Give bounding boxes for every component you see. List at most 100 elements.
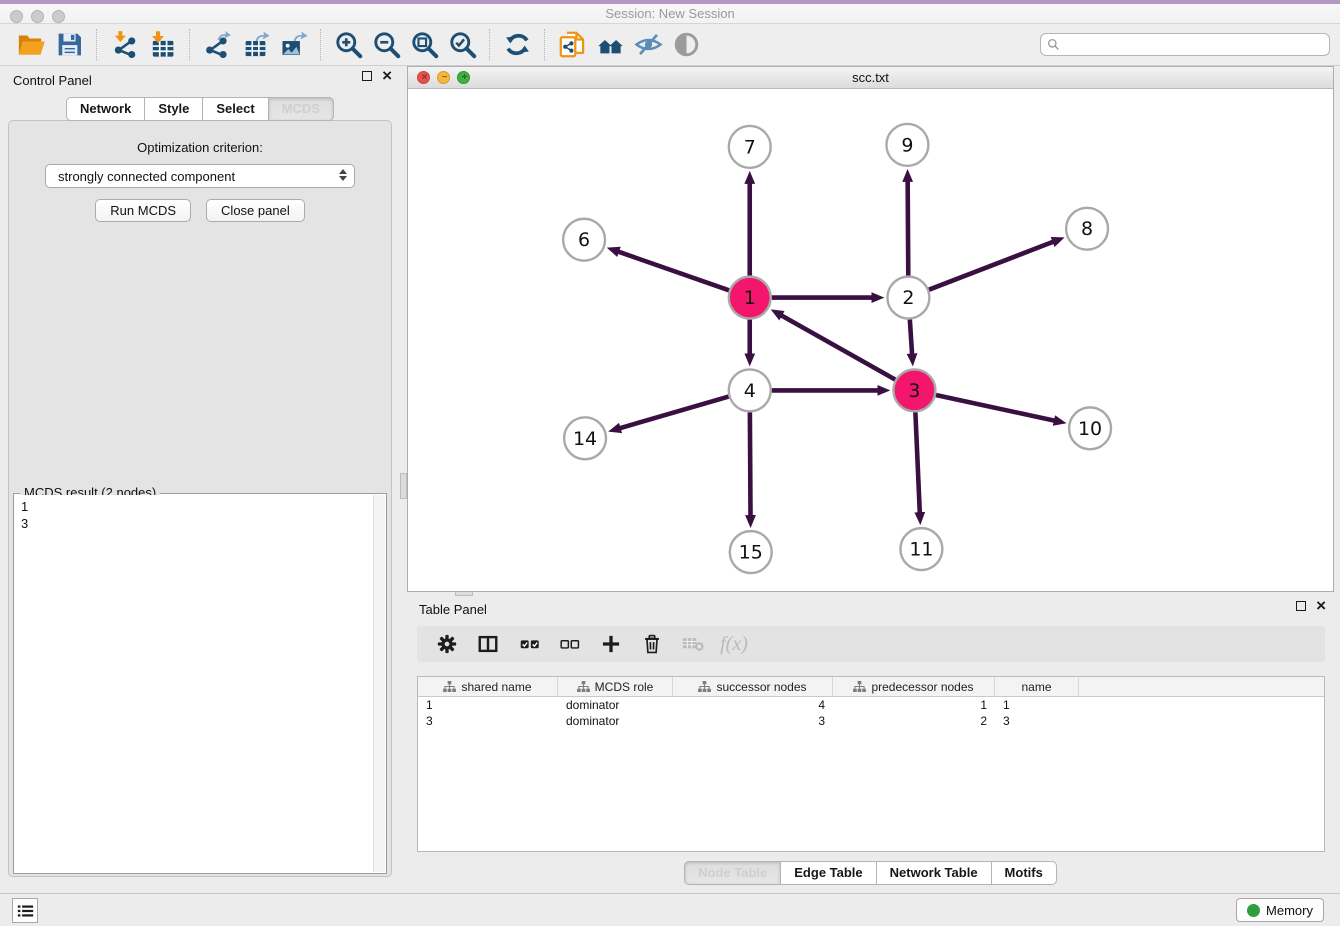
- delete-column-button[interactable]: [640, 632, 664, 656]
- close-panel-icon[interactable]: ×: [382, 71, 392, 81]
- column-header-successor-nodes[interactable]: successor nodes: [673, 677, 833, 696]
- control-panel-header: Control Panel ×: [0, 66, 400, 94]
- network-view-title: scc.txt: [408, 70, 1333, 85]
- splitter-grip[interactable]: [400, 473, 407, 499]
- zoom-fit-button[interactable]: [405, 28, 443, 62]
- tab-style[interactable]: Style: [145, 97, 203, 121]
- tab-edge-table[interactable]: Edge Table: [781, 861, 876, 885]
- graph-node-2[interactable]: 2: [887, 277, 929, 319]
- optimization-criterion-select[interactable]: strongly connected component: [45, 164, 355, 188]
- split-view-button[interactable]: [476, 632, 500, 656]
- open-session-button[interactable]: [12, 28, 50, 62]
- graph-node-8[interactable]: 8: [1066, 208, 1108, 250]
- select-all-columns-icon: [518, 633, 540, 655]
- graph-node-11[interactable]: 11: [900, 528, 942, 570]
- result-scrollbar[interactable]: [373, 495, 385, 872]
- import-network-button[interactable]: [105, 28, 143, 62]
- column-header-shared-name[interactable]: shared name: [418, 677, 558, 696]
- column-header-predecessor-nodes[interactable]: predecessor nodes: [833, 677, 995, 696]
- network-graph[interactable]: 1 2 3 4 6 7 8 9 10 11 14 15: [408, 89, 1333, 591]
- search-input[interactable]: [1064, 37, 1323, 52]
- zoom-in-button[interactable]: [329, 28, 367, 62]
- search-field[interactable]: [1040, 33, 1330, 56]
- edge-3-11[interactable]: [915, 412, 919, 513]
- mcds-result-textarea[interactable]: 1 3: [15, 495, 385, 872]
- tab-motifs[interactable]: Motifs: [992, 861, 1057, 885]
- list-icon: [17, 904, 34, 918]
- open-session-icon: [17, 30, 46, 59]
- control-panel-tabs: NetworkStyleSelectMCDS: [0, 97, 400, 121]
- graph-node-14[interactable]: 14: [564, 417, 606, 459]
- vertical-splitter[interactable]: [400, 66, 407, 893]
- edge-2-9[interactable]: [908, 181, 909, 276]
- table-cell[interactable]: 3: [995, 714, 1079, 728]
- apply-function-button[interactable]: f(x): [722, 632, 746, 656]
- clone-network-button[interactable]: [553, 28, 591, 62]
- gear-button[interactable]: [435, 632, 459, 656]
- edge-4-14[interactable]: [620, 397, 729, 429]
- edge-2-3[interactable]: [910, 319, 912, 354]
- add-column-button[interactable]: [599, 632, 623, 656]
- table-cell[interactable]: 4: [673, 698, 833, 712]
- zoom-out-button[interactable]: [367, 28, 405, 62]
- zoom-selected-button[interactable]: [443, 28, 481, 62]
- deselect-all-columns-button[interactable]: [558, 632, 582, 656]
- edge-1-6[interactable]: [618, 252, 729, 291]
- graph-node-9[interactable]: 9: [886, 124, 928, 166]
- tab-network[interactable]: Network: [66, 97, 145, 121]
- delete-table-button[interactable]: [681, 632, 705, 656]
- close-panel-button[interactable]: Close panel: [206, 199, 305, 222]
- refresh-icon: [503, 30, 532, 59]
- column-header-name[interactable]: name: [995, 677, 1079, 696]
- toolbar-separator: [320, 29, 321, 61]
- delete-table-icon: [682, 633, 704, 655]
- memory-button[interactable]: Memory: [1236, 898, 1324, 922]
- graph-node-10[interactable]: 10: [1069, 407, 1111, 449]
- table-cell[interactable]: 1: [995, 698, 1079, 712]
- table-cell[interactable]: 3: [673, 714, 833, 728]
- graph-node-1[interactable]: 1: [729, 277, 771, 319]
- refresh-button[interactable]: [498, 28, 536, 62]
- graph-node-4[interactable]: 4: [729, 369, 771, 411]
- table-row[interactable]: 1dominator411: [418, 697, 1324, 713]
- table-row[interactable]: 3dominator323: [418, 713, 1324, 729]
- select-all-columns-button[interactable]: [517, 632, 541, 656]
- tab-select[interactable]: Select: [203, 97, 268, 121]
- graph-node-7[interactable]: 7: [729, 126, 771, 168]
- svg-text:14: 14: [573, 428, 597, 450]
- table-cell[interactable]: 2: [833, 714, 995, 728]
- edge-2-8[interactable]: [929, 242, 1054, 290]
- save-session-button[interactable]: [50, 28, 88, 62]
- go-home-button[interactable]: [591, 28, 629, 62]
- run-mcds-button[interactable]: Run MCDS: [95, 199, 191, 222]
- column-header-MCDS-role[interactable]: MCDS role: [558, 677, 673, 696]
- graph-node-6[interactable]: 6: [563, 219, 605, 261]
- network-canvas[interactable]: 1 2 3 4 6 7 8 9 10 11 14 15: [408, 89, 1333, 591]
- graph-node-3[interactable]: 3: [893, 369, 935, 411]
- float-table-panel-icon[interactable]: [1296, 601, 1306, 611]
- table-cell[interactable]: 1: [418, 698, 558, 712]
- graph-node-15[interactable]: 15: [730, 531, 772, 573]
- import-table-icon: [148, 30, 177, 59]
- edge-4-15[interactable]: [750, 412, 751, 516]
- svg-text:7: 7: [744, 136, 756, 158]
- table-cell[interactable]: dominator: [558, 714, 673, 728]
- export-table-button[interactable]: [236, 28, 274, 62]
- table-cell[interactable]: 3: [418, 714, 558, 728]
- task-history-button[interactable]: [12, 898, 38, 923]
- tab-mcds[interactable]: MCDS: [269, 97, 334, 121]
- edge-3-1[interactable]: [781, 315, 895, 379]
- table-cell[interactable]: 1: [833, 698, 995, 712]
- export-network-button[interactable]: [198, 28, 236, 62]
- table-cell[interactable]: dominator: [558, 698, 673, 712]
- export-image-button[interactable]: [274, 28, 312, 62]
- float-panel-icon[interactable]: [362, 71, 372, 81]
- show-all-button[interactable]: [667, 28, 705, 62]
- import-table-button[interactable]: [143, 28, 181, 62]
- svg-text:11: 11: [909, 539, 933, 561]
- close-table-panel-icon[interactable]: ×: [1316, 601, 1326, 611]
- edge-3-10[interactable]: [936, 395, 1055, 421]
- hide-selected-button[interactable]: [629, 28, 667, 62]
- tab-node-table[interactable]: Node Table: [684, 861, 781, 885]
- tab-network-table[interactable]: Network Table: [877, 861, 992, 885]
